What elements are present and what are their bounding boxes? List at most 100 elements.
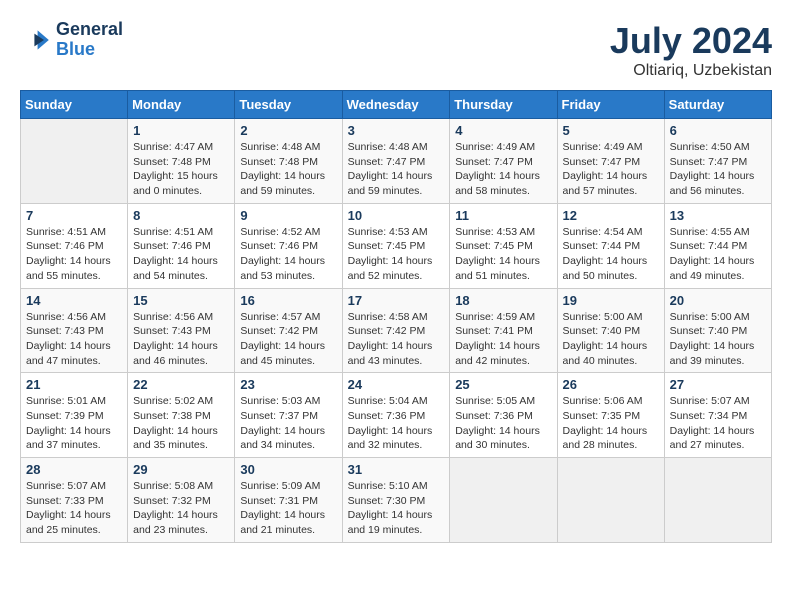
calendar-cell: 22 Sunrise: 5:02 AM Sunset: 7:38 PM Dayli… xyxy=(128,373,235,458)
weekday-header-tuesday: Tuesday xyxy=(235,91,342,119)
calendar-cell xyxy=(557,458,664,543)
calendar-table: SundayMondayTuesdayWednesdayThursdayFrid… xyxy=(20,90,772,543)
day-number: 29 xyxy=(133,462,229,477)
page-header: General Blue July 2024 Oltiariq, Uzbekis… xyxy=(20,20,772,80)
calendar-cell: 12Sunrise: 4:54 AM Sunset: 7:44 PM Dayli… xyxy=(557,203,664,288)
day-number: 4 xyxy=(455,123,551,138)
calendar-cell: 13Sunrise: 4:55 AM Sunset: 7:44 PM Dayli… xyxy=(664,203,771,288)
weekday-header-friday: Friday xyxy=(557,91,664,119)
calendar-cell xyxy=(21,119,128,204)
weekday-header-wednesday: Wednesday xyxy=(342,91,450,119)
day-info: Sunrise: 4:53 AM Sunset: 7:45 PM Dayligh… xyxy=(455,225,551,284)
day-info: Sunrise: 4:56 AM Sunset: 7:43 PM Dayligh… xyxy=(133,310,229,369)
day-number: 5 xyxy=(563,123,659,138)
day-number: 7 xyxy=(26,208,122,223)
day-info: Sunrise: 4:55 AM Sunset: 7:44 PM Dayligh… xyxy=(670,225,766,284)
day-info: Sunrise: 5:02 AM Sunset: 7:38 PM Dayligh… xyxy=(133,394,229,453)
day-info: Sunrise: 4:59 AM Sunset: 7:41 PM Dayligh… xyxy=(455,310,551,369)
day-number: 12 xyxy=(563,208,659,223)
calendar-cell: 4 Sunrise: 4:49 AM Sunset: 7:47 PM Daylig… xyxy=(450,119,557,204)
calendar-cell: 8 Sunrise: 4:51 AM Sunset: 7:46 PM Daylig… xyxy=(128,203,235,288)
day-info: Sunrise: 4:56 AM Sunset: 7:43 PM Dayligh… xyxy=(26,310,122,369)
calendar-cell: 26Sunrise: 5:06 AM Sunset: 7:35 PM Dayli… xyxy=(557,373,664,458)
day-number: 25 xyxy=(455,377,551,392)
day-number: 6 xyxy=(670,123,766,138)
calendar-cell: 18 Sunrise: 4:59 AM Sunset: 7:41 PM Dayli… xyxy=(450,288,557,373)
day-number: 8 xyxy=(133,208,229,223)
calendar-cell: 30 Sunrise: 5:09 AM Sunset: 7:31 PM Dayli… xyxy=(235,458,342,543)
day-info: Sunrise: 5:00 AM Sunset: 7:40 PM Dayligh… xyxy=(563,310,659,369)
day-number: 2 xyxy=(240,123,336,138)
day-number: 23 xyxy=(240,377,336,392)
calendar-cell: 10Sunrise: 4:53 AM Sunset: 7:45 PM Dayli… xyxy=(342,203,450,288)
day-number: 19 xyxy=(563,293,659,308)
day-info: Sunrise: 5:01 AM Sunset: 7:39 PM Dayligh… xyxy=(26,394,122,453)
calendar-cell: 29 Sunrise: 5:08 AM Sunset: 7:32 PM Dayli… xyxy=(128,458,235,543)
calendar-week-3: 14 Sunrise: 4:56 AM Sunset: 7:43 PM Dayli… xyxy=(21,288,772,373)
day-number: 15 xyxy=(133,293,229,308)
weekday-header-sunday: Sunday xyxy=(21,91,128,119)
calendar-week-1: 1 Sunrise: 4:47 AM Sunset: 7:48 PM Daylig… xyxy=(21,119,772,204)
title-block: July 2024 Oltiariq, Uzbekistan xyxy=(610,20,772,80)
calendar-cell: 21Sunrise: 5:01 AM Sunset: 7:39 PM Dayli… xyxy=(21,373,128,458)
day-info: Sunrise: 5:09 AM Sunset: 7:31 PM Dayligh… xyxy=(240,479,336,538)
day-info: Sunrise: 4:49 AM Sunset: 7:47 PM Dayligh… xyxy=(455,140,551,199)
day-info: Sunrise: 5:07 AM Sunset: 7:34 PM Dayligh… xyxy=(670,394,766,453)
day-info: Sunrise: 5:06 AM Sunset: 7:35 PM Dayligh… xyxy=(563,394,659,453)
day-info: Sunrise: 4:49 AM Sunset: 7:47 PM Dayligh… xyxy=(563,140,659,199)
calendar-cell: 16 Sunrise: 4:57 AM Sunset: 7:42 PM Dayli… xyxy=(235,288,342,373)
day-number: 31 xyxy=(348,462,445,477)
calendar-cell: 28 Sunrise: 5:07 AM Sunset: 7:33 PM Dayli… xyxy=(21,458,128,543)
day-info: Sunrise: 5:07 AM Sunset: 7:33 PM Dayligh… xyxy=(26,479,122,538)
logo: General Blue xyxy=(20,20,123,60)
calendar-cell: 9Sunrise: 4:52 AM Sunset: 7:46 PM Daylig… xyxy=(235,203,342,288)
weekday-header-thursday: Thursday xyxy=(450,91,557,119)
calendar-week-4: 21Sunrise: 5:01 AM Sunset: 7:39 PM Dayli… xyxy=(21,373,772,458)
calendar-cell: 17Sunrise: 4:58 AM Sunset: 7:42 PM Dayli… xyxy=(342,288,450,373)
calendar-cell: 5 Sunrise: 4:49 AM Sunset: 7:47 PM Daylig… xyxy=(557,119,664,204)
day-info: Sunrise: 4:50 AM Sunset: 7:47 PM Dayligh… xyxy=(670,140,766,199)
day-info: Sunrise: 4:51 AM Sunset: 7:46 PM Dayligh… xyxy=(26,225,122,284)
calendar-cell: 1 Sunrise: 4:47 AM Sunset: 7:48 PM Daylig… xyxy=(128,119,235,204)
weekday-header-row: SundayMondayTuesdayWednesdayThursdayFrid… xyxy=(21,91,772,119)
calendar-body: 1 Sunrise: 4:47 AM Sunset: 7:48 PM Daylig… xyxy=(21,119,772,543)
calendar-cell: 25Sunrise: 5:05 AM Sunset: 7:36 PM Dayli… xyxy=(450,373,557,458)
month-year: July 2024 xyxy=(610,20,772,62)
day-number: 3 xyxy=(348,123,445,138)
weekday-header-saturday: Saturday xyxy=(664,91,771,119)
day-number: 27 xyxy=(670,377,766,392)
day-info: Sunrise: 4:48 AM Sunset: 7:47 PM Dayligh… xyxy=(348,140,445,199)
day-info: Sunrise: 5:08 AM Sunset: 7:32 PM Dayligh… xyxy=(133,479,229,538)
calendar-cell: 31 Sunrise: 5:10 AM Sunset: 7:30 PM Dayli… xyxy=(342,458,450,543)
calendar-cell: 2Sunrise: 4:48 AM Sunset: 7:48 PM Daylig… xyxy=(235,119,342,204)
calendar-week-2: 7 Sunrise: 4:51 AM Sunset: 7:46 PM Daylig… xyxy=(21,203,772,288)
day-number: 22 xyxy=(133,377,229,392)
day-number: 28 xyxy=(26,462,122,477)
day-info: Sunrise: 4:47 AM Sunset: 7:48 PM Dayligh… xyxy=(133,140,229,199)
day-info: Sunrise: 4:51 AM Sunset: 7:46 PM Dayligh… xyxy=(133,225,229,284)
location: Oltiariq, Uzbekistan xyxy=(610,62,772,80)
logo-text: General Blue xyxy=(56,20,123,60)
day-info: Sunrise: 4:52 AM Sunset: 7:46 PM Dayligh… xyxy=(240,225,336,284)
calendar-cell: 15 Sunrise: 4:56 AM Sunset: 7:43 PM Dayli… xyxy=(128,288,235,373)
day-info: Sunrise: 4:53 AM Sunset: 7:45 PM Dayligh… xyxy=(348,225,445,284)
day-info: Sunrise: 4:57 AM Sunset: 7:42 PM Dayligh… xyxy=(240,310,336,369)
calendar-cell: 20Sunrise: 5:00 AM Sunset: 7:40 PM Dayli… xyxy=(664,288,771,373)
day-number: 24 xyxy=(348,377,445,392)
day-number: 11 xyxy=(455,208,551,223)
calendar-cell: 23Sunrise: 5:03 AM Sunset: 7:37 PM Dayli… xyxy=(235,373,342,458)
calendar-cell: 27 Sunrise: 5:07 AM Sunset: 7:34 PM Dayli… xyxy=(664,373,771,458)
day-number: 30 xyxy=(240,462,336,477)
day-number: 16 xyxy=(240,293,336,308)
day-info: Sunrise: 5:10 AM Sunset: 7:30 PM Dayligh… xyxy=(348,479,445,538)
calendar-cell: 6 Sunrise: 4:50 AM Sunset: 7:47 PM Daylig… xyxy=(664,119,771,204)
calendar-cell: 11 Sunrise: 4:53 AM Sunset: 7:45 PM Dayli… xyxy=(450,203,557,288)
day-number: 14 xyxy=(26,293,122,308)
calendar-cell xyxy=(450,458,557,543)
day-number: 18 xyxy=(455,293,551,308)
logo-icon xyxy=(20,24,52,56)
day-number: 20 xyxy=(670,293,766,308)
day-number: 1 xyxy=(133,123,229,138)
day-info: Sunrise: 5:04 AM Sunset: 7:36 PM Dayligh… xyxy=(348,394,445,453)
day-number: 17 xyxy=(348,293,445,308)
